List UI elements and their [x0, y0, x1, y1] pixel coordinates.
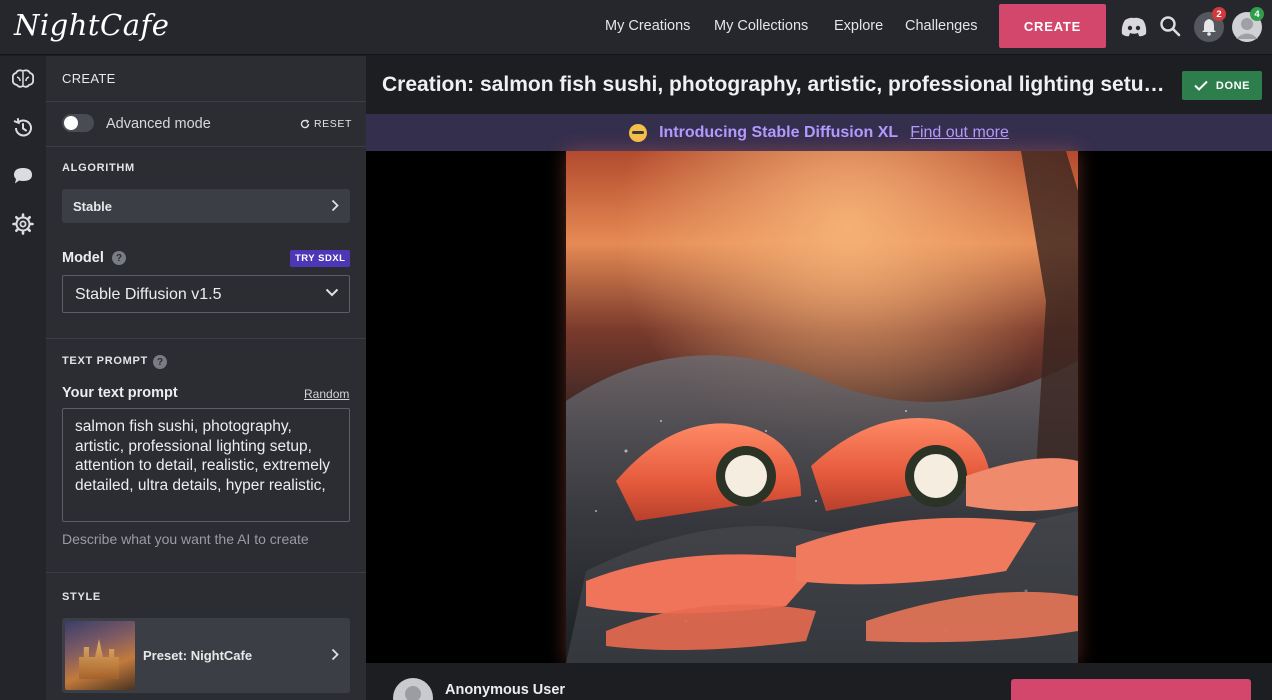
creation-title: Creation: salmon fish sushi, photography… [382, 73, 1172, 96]
panel-header: CREATE [46, 56, 366, 102]
nav-my-collections[interactable]: My Collections [714, 18, 808, 34]
toggle-knob [64, 116, 78, 130]
profile-count-badge: 4 [1250, 7, 1264, 21]
creator-row: Anonymous User [366, 663, 1272, 700]
top-bar: NightCafe My Creations My Collections Ex… [0, 0, 1272, 55]
text-prompt-section-label: TEXT PROMPT [62, 355, 148, 367]
profile-avatar[interactable]: 4 [1232, 7, 1264, 42]
advanced-mode-toggle[interactable] [62, 114, 94, 132]
reset-label: RESET [314, 118, 353, 130]
creation-view: Creation: salmon fish sushi, photography… [366, 56, 1272, 700]
refresh-icon [300, 119, 310, 129]
divider [46, 572, 366, 573]
model-help-icon[interactable]: ? [112, 251, 126, 265]
chat-icon[interactable] [11, 164, 35, 188]
icon-rail [0, 56, 46, 700]
advanced-mode-label: Advanced mode [106, 116, 211, 132]
style-selector[interactable]: Preset: NightCafe [62, 618, 350, 693]
find-out-more-link[interactable]: Find out more [910, 124, 1009, 142]
brain-icon[interactable] [11, 67, 35, 91]
bell-icon [1202, 19, 1216, 36]
divider [46, 338, 366, 339]
gear-icon[interactable] [11, 212, 35, 236]
done-button[interactable]: DONE [1182, 71, 1262, 100]
model-select[interactable]: Stable Diffusion v1.5 [62, 275, 350, 313]
style-preset-thumbnail [65, 621, 135, 690]
prompt-help-icon[interactable]: ? [153, 355, 167, 369]
style-section-label: STYLE [62, 591, 101, 603]
model-label: Model [62, 250, 104, 266]
text-prompt-input[interactable]: salmon fish sushi, photography, artistic… [62, 408, 350, 522]
create-button[interactable]: CREATE [999, 4, 1106, 48]
nav-explore[interactable]: Explore [834, 18, 883, 34]
your-text-prompt-label: Your text prompt [62, 385, 178, 401]
algorithm-section-label: ALGORITHM [62, 162, 135, 174]
reset-button[interactable]: RESET [300, 118, 352, 130]
creator-avatar[interactable] [393, 678, 433, 700]
history-icon[interactable] [11, 116, 35, 140]
generated-image[interactable] [566, 151, 1078, 663]
random-prompt-link[interactable]: Random [304, 387, 349, 401]
action-button[interactable] [1011, 679, 1251, 700]
algorithm-selector[interactable]: Stable [62, 189, 350, 223]
panel-title: CREATE [62, 71, 116, 86]
prompt-hint: Describe what you want the AI to create [62, 531, 309, 547]
announcement-bar: Introducing Stable Diffusion XL Find out… [366, 114, 1272, 151]
chevron-right-icon [331, 199, 339, 212]
check-icon [1194, 80, 1208, 91]
nightcafe-logo[interactable]: NightCafe [14, 8, 169, 42]
nav-my-creations[interactable]: My Creations [605, 18, 690, 34]
announcement-text: Introducing Stable Diffusion XL [659, 123, 899, 141]
creator-name[interactable]: Anonymous User [445, 682, 565, 698]
divider [46, 146, 366, 147]
notifications-button[interactable]: 2 [1194, 7, 1226, 42]
emoji-icon [629, 123, 648, 142]
notification-count-badge: 2 [1212, 7, 1226, 21]
try-sdxl-badge[interactable]: TRY SDXL [290, 250, 351, 267]
create-panel: CREATE Advanced mode RESET ALGORITHM Sta… [46, 56, 366, 700]
done-label: DONE [1215, 79, 1251, 92]
chevron-down-icon [325, 288, 339, 297]
discord-icon[interactable] [1120, 14, 1148, 40]
nav-challenges[interactable]: Challenges [905, 18, 978, 34]
chevron-right-icon [331, 648, 339, 661]
search-icon[interactable] [1158, 14, 1182, 38]
style-value: Preset: NightCafe [143, 648, 253, 663]
image-stage [366, 151, 1272, 663]
algorithm-value: Stable [73, 199, 113, 214]
model-value: Stable Diffusion v1.5 [75, 286, 222, 303]
